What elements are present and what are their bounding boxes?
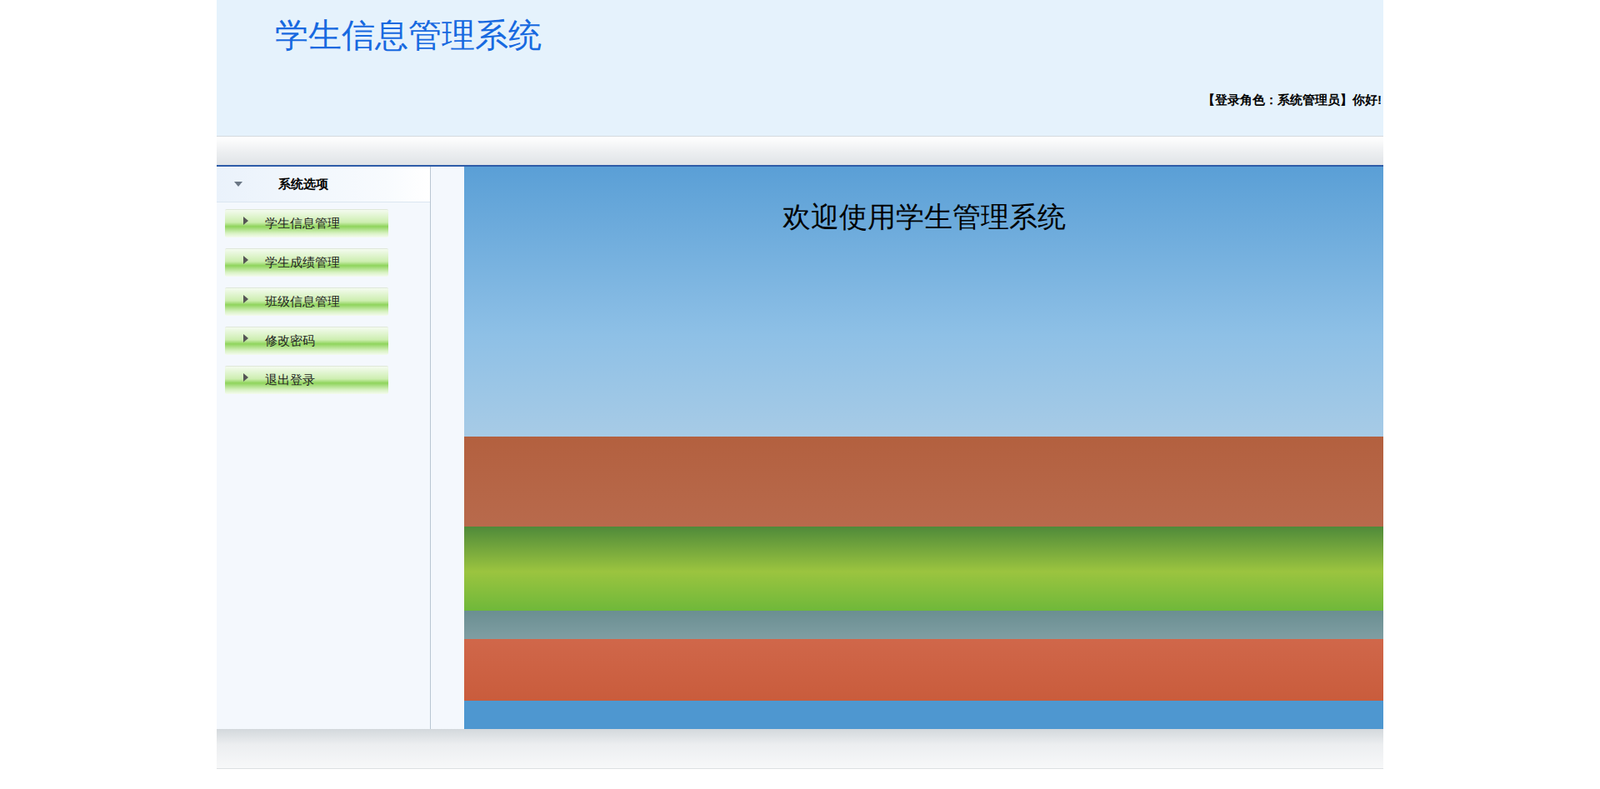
arrow-icon — [243, 295, 250, 304]
greeting: 【登录角色：系统管理员】你好! — [1202, 90, 1382, 110]
arrow-icon — [243, 255, 250, 265]
sidebar-item-label[interactable]: 班级信息管理 — [265, 292, 340, 312]
collapse-icon — [231, 180, 245, 189]
header: 学生信息管理系统【登录角色：系统管理员】你好! — [216, 0, 1384, 136]
sidebar-title: 系统选项 — [278, 175, 329, 195]
sidebar-item-label[interactable]: 修改密码 — [265, 331, 315, 351]
welcome-text: 欢迎使用学生管理系统 — [775, 198, 1073, 235]
sidebar-item[interactable]: 学生信息管理 — [225, 209, 389, 238]
sidebar-item-label[interactable]: 退出登录 — [265, 370, 315, 390]
sidebar-item[interactable]: 学生成绩管理 — [225, 248, 389, 277]
sidebar-menu: 学生信息管理学生成绩管理班级信息管理修改密码退出登录 — [216, 202, 430, 395]
arrow-icon — [243, 373, 250, 382]
sidebar-item[interactable]: 退出登录 — [225, 365, 389, 395]
toolbar — [216, 135, 1384, 167]
sidebar-item-label[interactable]: 学生信息管理 — [265, 214, 340, 234]
sidebar-item[interactable]: 修改密码 — [225, 326, 389, 355]
sidebar-item-label[interactable]: 学生成绩管理 — [265, 253, 340, 273]
sidebar-header[interactable]: 系统选项 — [216, 166, 430, 203]
arrow-icon — [243, 216, 250, 225]
arrow-icon — [243, 334, 250, 343]
sidebar-gap — [430, 166, 465, 730]
footer — [216, 729, 1384, 770]
sidebar: 系统选项学生信息管理学生成绩管理班级信息管理修改密码退出登录 — [216, 166, 431, 730]
app-title: 学生信息管理系统 — [275, 13, 1325, 57]
content: 系统选项学生信息管理学生成绩管理班级信息管理修改密码退出登录 欢迎使用学生管理系统 — [216, 166, 1384, 730]
campus-photo: 欢迎使用学生管理系统 — [464, 166, 1384, 730]
sidebar-item[interactable]: 班级信息管理 — [225, 287, 389, 316]
